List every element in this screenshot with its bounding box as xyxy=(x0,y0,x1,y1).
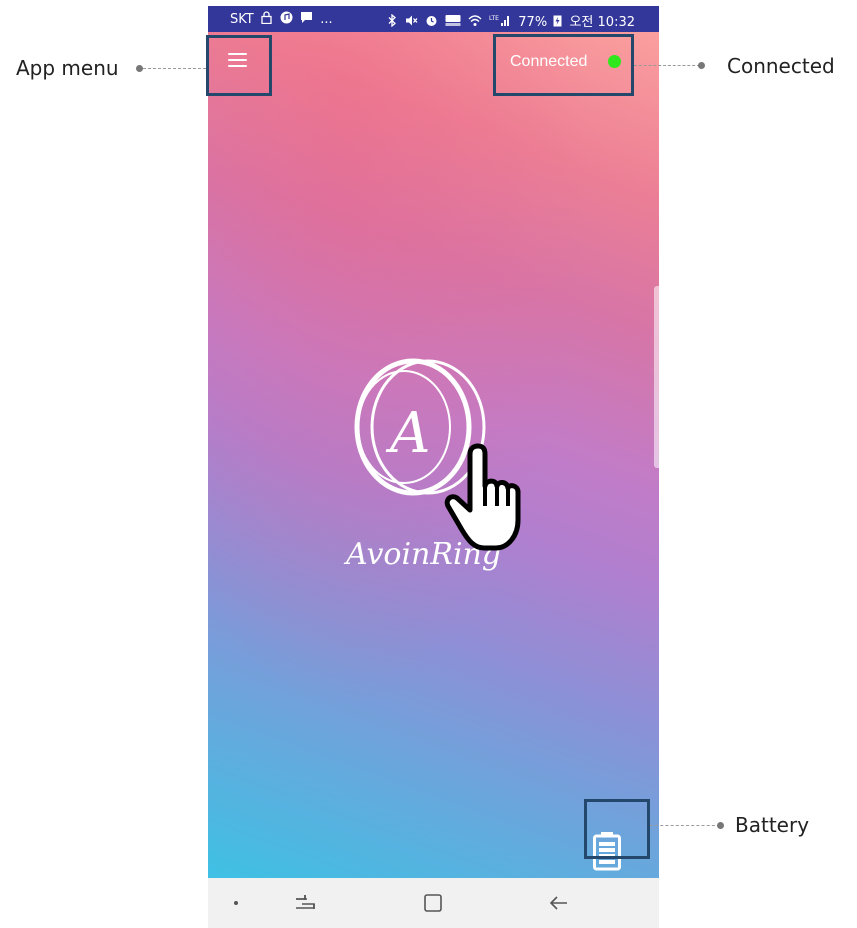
battery-callout: Battery xyxy=(735,813,810,837)
dot-icon xyxy=(234,901,238,905)
edge-panel-handle[interactable] xyxy=(654,286,659,468)
alarm-icon xyxy=(426,16,437,26)
status-bar: SKT ... LTE 77% 오전 10:32 xyxy=(208,6,659,32)
wifi-icon xyxy=(468,15,482,26)
status-time: 오전 10:32 xyxy=(569,15,635,30)
music-icon xyxy=(280,11,293,24)
app-main-screen: Connected A AvoinRing xyxy=(208,32,659,878)
status-bar-left: SKT ... xyxy=(230,11,333,27)
battery-percent: 77% xyxy=(518,15,548,30)
logo-monogram: A xyxy=(385,401,430,466)
mute-icon xyxy=(405,15,418,26)
lte-signal-icon: LTE xyxy=(489,15,510,26)
battery-highlight xyxy=(584,799,650,859)
bluetooth-icon xyxy=(388,14,397,27)
message-icon xyxy=(301,12,313,23)
status-bar-right: LTE 77% 오전 10:32 xyxy=(388,11,635,30)
lock-icon xyxy=(261,11,272,24)
leader-dot xyxy=(698,62,705,69)
hd-volte-icon xyxy=(445,15,461,26)
leader-line xyxy=(650,825,720,826)
system-nav-bar xyxy=(208,878,659,928)
hand-pointer-icon xyxy=(444,443,521,551)
phone-screen: SKT ... LTE 77% 오전 10:32 Connected A Avo… xyxy=(208,6,659,928)
recent-apps-icon[interactable] xyxy=(292,878,318,928)
home-icon[interactable] xyxy=(420,878,446,928)
avoinring-logo[interactable]: A AvoinRing xyxy=(338,352,528,582)
app-menu-highlight xyxy=(206,35,272,96)
connected-callout: Connected xyxy=(727,54,835,78)
leader-dot xyxy=(717,822,724,829)
more-notifications: ... xyxy=(320,12,333,27)
leader-dot xyxy=(136,65,143,72)
connected-highlight xyxy=(493,34,634,96)
leader-line xyxy=(634,65,700,66)
svg-text:LTE: LTE xyxy=(489,15,499,22)
app-menu-callout: App menu xyxy=(16,56,119,80)
carrier-label: SKT xyxy=(230,12,254,27)
leader-line xyxy=(143,68,206,69)
charging-battery-icon xyxy=(553,15,562,27)
back-icon[interactable] xyxy=(546,878,572,928)
